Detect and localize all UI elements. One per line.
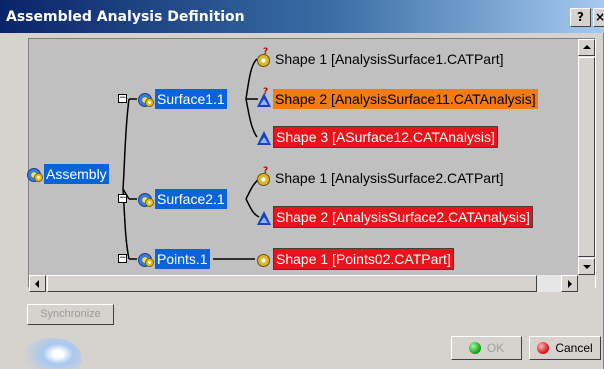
points-label: Points.1 bbox=[155, 249, 210, 269]
tree-node-surface2[interactable]: Surface2.1 bbox=[137, 188, 227, 210]
catia-logo-orb bbox=[22, 338, 82, 369]
title-bar[interactable]: Assembled Analysis Definition ? × bbox=[0, 0, 604, 33]
shape-label: Shape 1 [AnalysisSurface2.CATPart] bbox=[275, 170, 504, 186]
collapse-points-toggle[interactable]: − bbox=[118, 254, 127, 263]
shape-label: Shape 2 [AnalysisSurface2.CATAnalysis] bbox=[273, 206, 533, 228]
part-icon: ? bbox=[255, 47, 273, 68]
assembly-label: Assembly bbox=[44, 164, 109, 184]
ok-label: OK bbox=[486, 341, 505, 355]
horizontal-scrollbar[interactable] bbox=[29, 275, 578, 292]
assembled-analysis-dialog: Assembled Analysis Definition ? × − − − bbox=[0, 0, 604, 369]
tree-node-surface1-shape2[interactable]: ? Shape 2 [AnalysisSurface11.CATAnalysis… bbox=[255, 87, 538, 110]
part-icon bbox=[255, 250, 273, 268]
shape-label: Shape 3 [ASurface12.CATAnalysis] bbox=[273, 126, 498, 148]
scroll-right-button[interactable] bbox=[561, 275, 578, 292]
analysis-icon bbox=[255, 208, 273, 226]
collapse-surface2-toggle[interactable]: − bbox=[118, 194, 127, 203]
tree-node-surface2-shape1[interactable]: ? Shape 1 [AnalysisSurface2.CATPart] bbox=[255, 166, 506, 189]
tree-node-assembly[interactable]: Assembly bbox=[26, 163, 109, 185]
vertical-scroll-thumb[interactable] bbox=[578, 57, 595, 257]
arrow-right-icon bbox=[568, 280, 572, 288]
arrow-left-icon bbox=[35, 280, 39, 288]
horizontal-scroll-thumb[interactable] bbox=[47, 275, 537, 292]
cancel-button[interactable]: Cancel bbox=[529, 336, 601, 360]
surface2-label: Surface2.1 bbox=[155, 189, 227, 209]
surface1-label: Surface1.1 bbox=[155, 89, 227, 109]
tree-node-surface1-shape3[interactable]: Shape 3 [ASurface12.CATAnalysis] bbox=[255, 126, 498, 148]
surface-gear-icon bbox=[137, 190, 155, 208]
scroll-up-button[interactable] bbox=[578, 39, 595, 56]
analysis-icon: ? bbox=[255, 87, 273, 108]
assembly-gear-icon bbox=[26, 165, 44, 183]
cancel-icon bbox=[537, 342, 550, 354]
tree-node-surface1[interactable]: Surface1.1 bbox=[137, 88, 227, 110]
tree-node-surface1-shape1[interactable]: ? Shape 1 [AnalysisSurface1.CATPart] bbox=[255, 47, 506, 70]
surface-gear-icon bbox=[137, 90, 155, 108]
ok-button[interactable]: OK bbox=[451, 336, 522, 360]
vertical-scrollbar[interactable] bbox=[578, 39, 595, 275]
shape-label: Shape 1 [Points02.CATPart] bbox=[273, 248, 454, 270]
help-button[interactable]: ? bbox=[570, 8, 591, 27]
close-button[interactable]: × bbox=[593, 8, 604, 27]
collapse-surface1-toggle[interactable]: − bbox=[118, 94, 127, 103]
tree-node-surface2-shape2[interactable]: Shape 2 [AnalysisSurface2.CATAnalysis] bbox=[255, 206, 533, 228]
scrollbar-corner bbox=[578, 275, 595, 292]
arrow-up-icon bbox=[583, 45, 591, 49]
window-title: Assembled Analysis Definition bbox=[6, 9, 245, 25]
analysis-icon bbox=[255, 128, 273, 146]
points-gear-icon bbox=[137, 250, 155, 268]
scroll-left-button[interactable] bbox=[29, 275, 46, 292]
arrow-down-icon bbox=[583, 265, 591, 269]
cancel-label: Cancel bbox=[555, 341, 593, 355]
shape-label: Shape 2 [AnalysisSurface11.CATAnalysis] bbox=[273, 89, 538, 109]
analysis-tree: − − − Assembly Surface1.1 ? Shape 1 [Ana… bbox=[26, 38, 596, 288]
tree-node-points[interactable]: Points.1 bbox=[137, 248, 210, 270]
shape-label: Shape 1 [AnalysisSurface1.CATPart] bbox=[275, 51, 504, 67]
tree-node-points-shape1[interactable]: Shape 1 [Points02.CATPart] bbox=[255, 248, 454, 270]
part-icon: ? bbox=[255, 166, 273, 187]
synchronize-button[interactable]: Synchronize bbox=[27, 304, 114, 325]
ok-icon bbox=[468, 342, 481, 354]
scroll-down-button[interactable] bbox=[578, 258, 595, 275]
